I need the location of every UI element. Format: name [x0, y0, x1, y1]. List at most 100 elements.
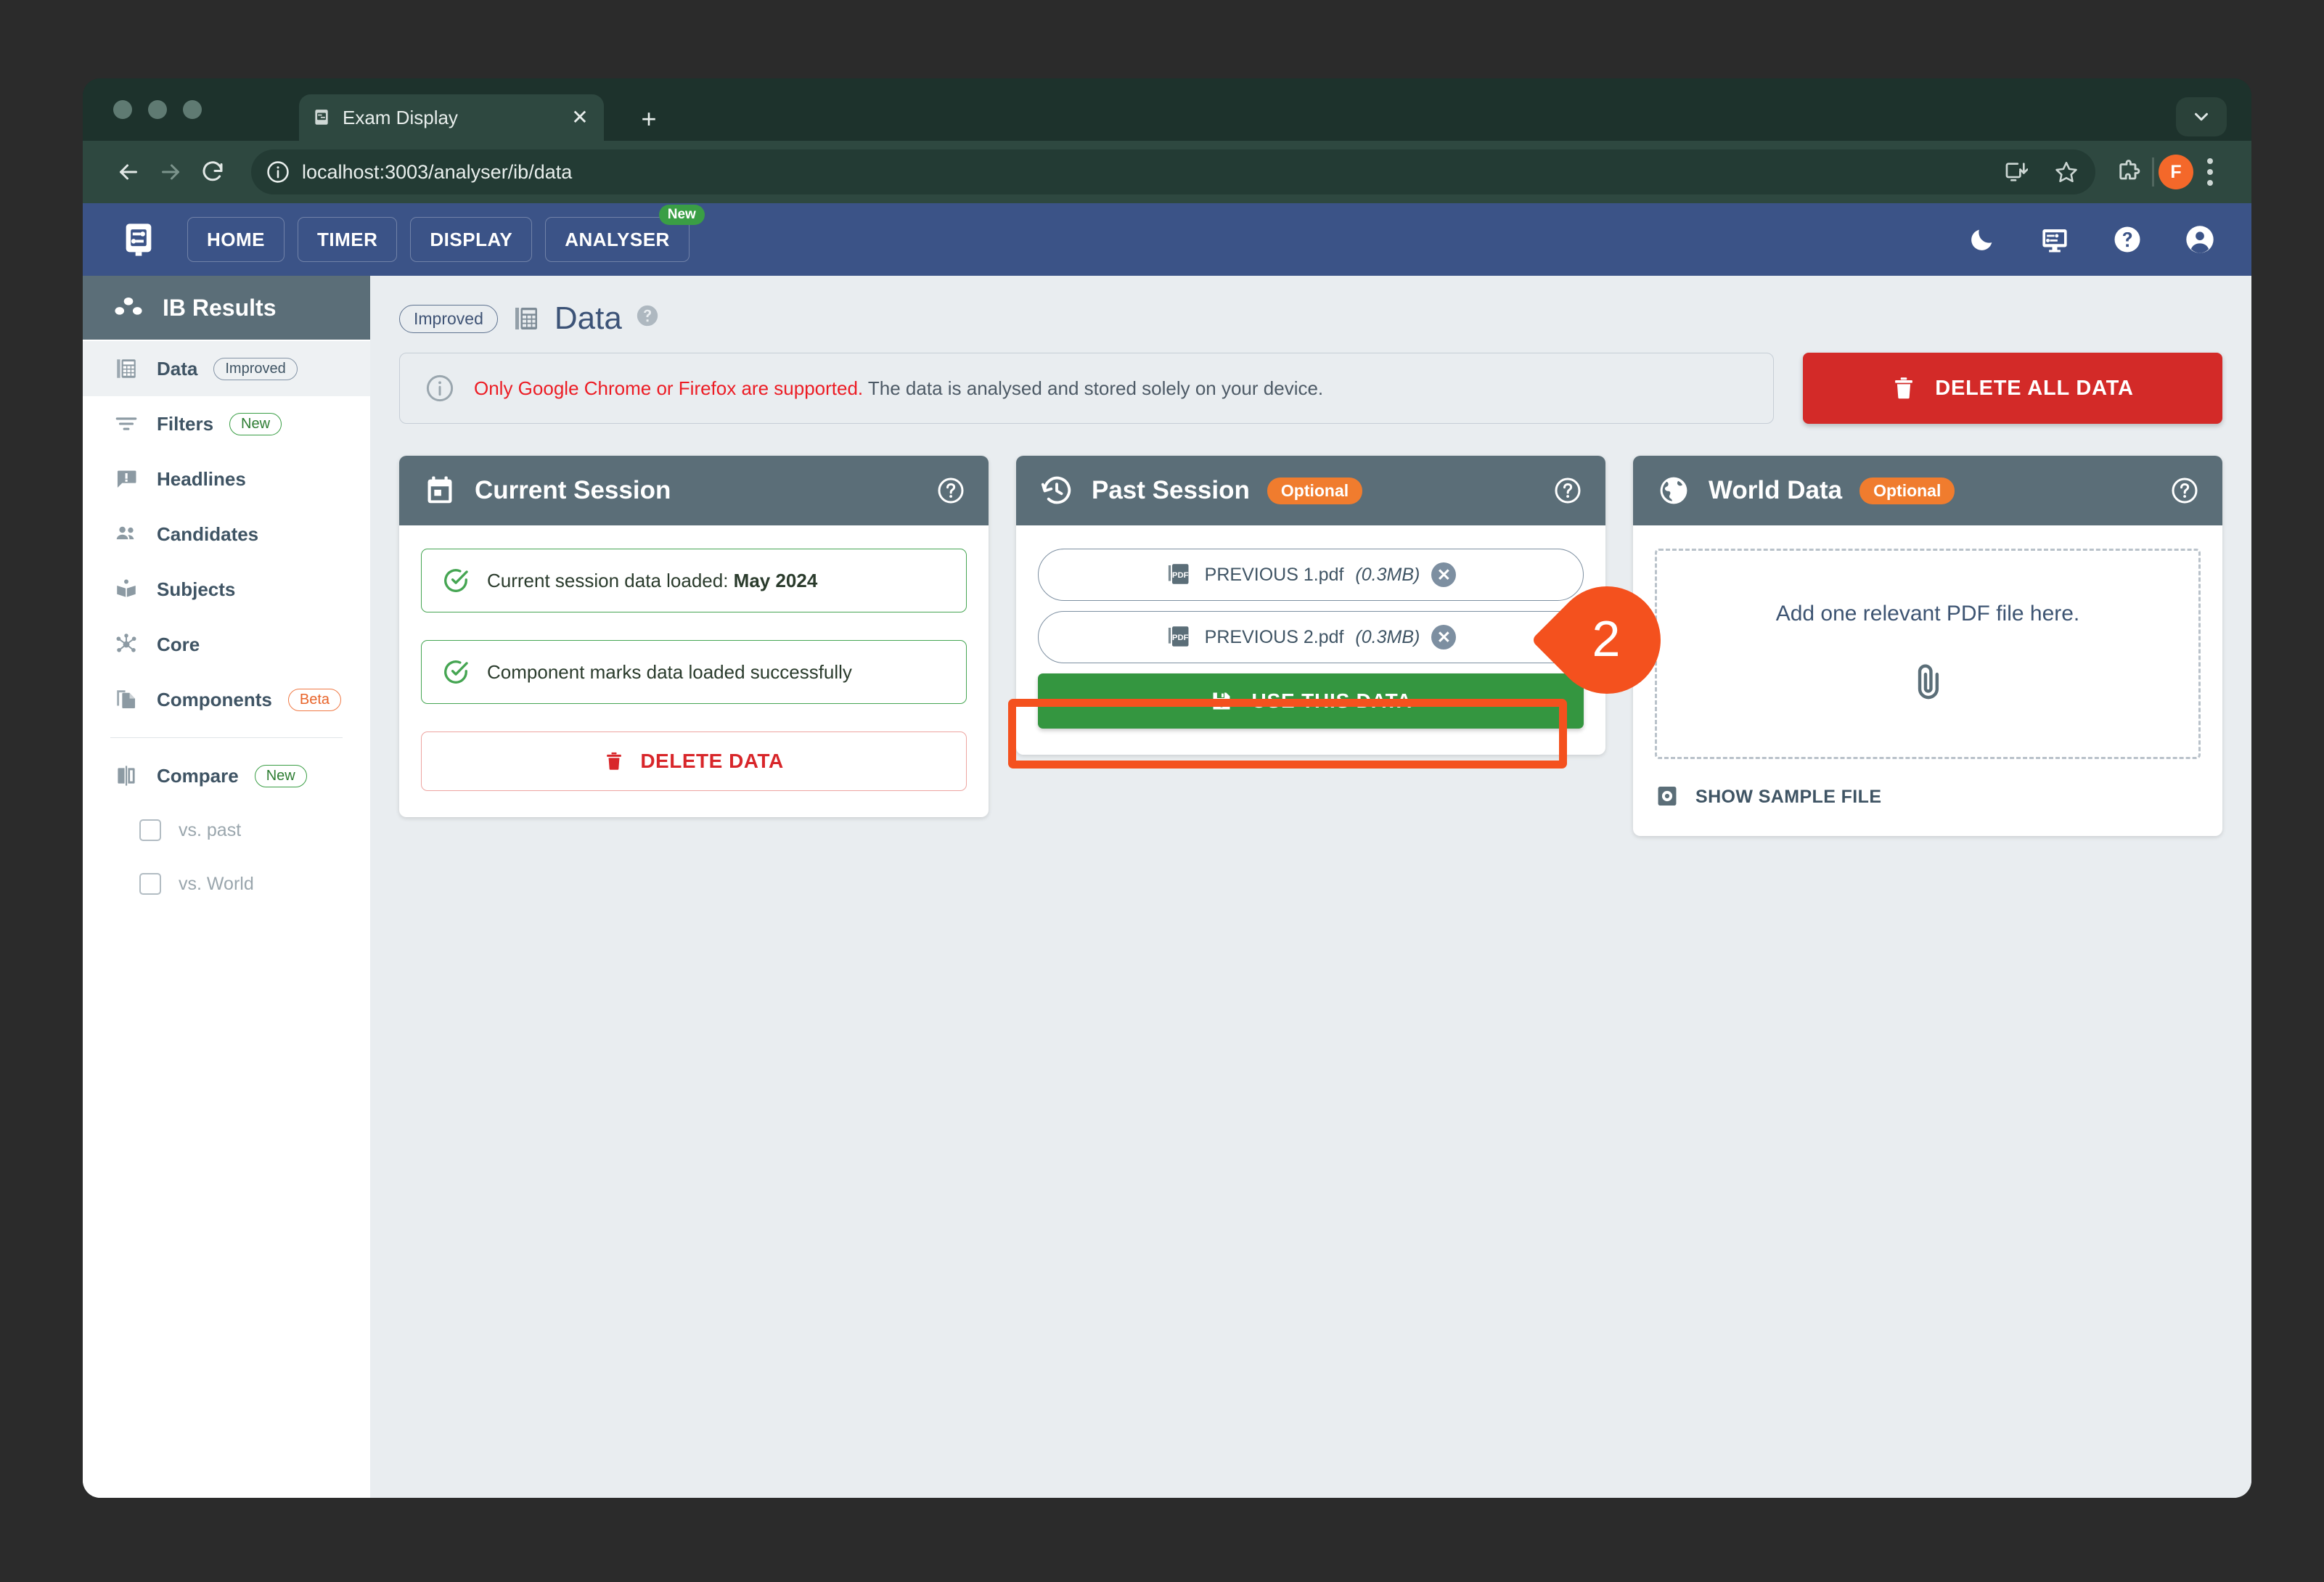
exam-display-logo-icon[interactable] — [115, 216, 163, 263]
nav-links: HOME TIMER DISPLAY ANALYSER New — [187, 205, 705, 262]
nav-link-new-badge: New — [658, 205, 705, 225]
sidebar-item-headlines[interactable]: Headlines — [83, 451, 370, 507]
show-sample-file-link[interactable]: SHOW SAMPLE FILE — [1655, 784, 2201, 810]
window-traffic-lights[interactable] — [113, 100, 202, 119]
file-name: PREVIOUS 2.pdf — [1204, 626, 1344, 647]
sidebar-item-badge: Improved — [213, 357, 298, 380]
chevron-down-icon — [2195, 112, 2208, 121]
status-component-marks: Component marks data loaded successfully — [421, 640, 967, 704]
sidebar-item-subjects[interactable]: Subjects — [83, 562, 370, 617]
card-body: PDF PREVIOUS 1.pdf (0.3MB) ✕ PDF PREVIOU… — [1016, 525, 1605, 755]
navbar-actions — [1963, 220, 2219, 259]
browser-tab-strip: Exam Display ✕ + — [83, 78, 2251, 141]
sidebar-sub-label: vs. World — [179, 873, 254, 894]
nav-link-display[interactable]: DISPLAY — [410, 217, 533, 262]
back-button[interactable] — [107, 151, 150, 193]
sidebar-item-filters[interactable]: Filters New — [83, 396, 370, 451]
remove-file-icon[interactable]: ✕ — [1431, 562, 1457, 587]
sidebar-item-candidates[interactable]: Candidates — [83, 507, 370, 562]
nav-link-timer[interactable]: TIMER — [298, 217, 398, 262]
bookmark-star-icon[interactable] — [2047, 153, 2085, 191]
sidebar-compare-vs-world[interactable]: vs. World — [83, 857, 370, 911]
forward-button[interactable] — [150, 151, 192, 193]
dropzone-text: Add one relevant PDF file here. — [1775, 602, 2080, 626]
pdf-dropzone[interactable]: Add one relevant PDF file here. — [1655, 549, 2201, 759]
hub-icon — [112, 632, 141, 657]
sidebar-compare-vs-past[interactable]: vs. past — [83, 803, 370, 857]
sidebar-item-label: Core — [157, 633, 200, 655]
sidebar-item-label: Subjects — [157, 578, 236, 600]
sidebar-divider — [110, 737, 343, 738]
toolbar-divider — [2152, 157, 2154, 187]
sidebar-nav-list: Data Improved Filters New Headlines Cand… — [83, 340, 370, 911]
checkbox-vs-world[interactable] — [139, 873, 161, 895]
page-header: Improved Data — [399, 295, 2222, 353]
sidebar-item-label: Headlines — [157, 467, 246, 490]
help-circle-icon[interactable] — [2108, 220, 2147, 259]
maximize-window-button[interactable] — [183, 100, 202, 119]
sidebar-item-badge: Beta — [287, 688, 342, 711]
new-tab-button[interactable]: + — [634, 106, 663, 135]
site-info-icon[interactable] — [261, 155, 295, 189]
tab-close-icon[interactable]: ✕ — [568, 105, 592, 130]
card-body: Add one relevant PDF file here. SHOW SAM… — [1633, 525, 2222, 836]
calendar-icon — [422, 473, 457, 508]
profile-avatar[interactable]: F — [2159, 155, 2193, 189]
save-icon — [1210, 689, 1233, 713]
close-window-button[interactable] — [113, 100, 132, 119]
sidebar-item-compare[interactable]: Compare New — [83, 748, 370, 803]
file-size: (0.3MB) — [1355, 564, 1420, 585]
delete-data-button[interactable]: DELETE DATA — [421, 731, 967, 791]
file-chip-previous-2[interactable]: PDF PREVIOUS 2.pdf (0.3MB) ✕ — [1038, 611, 1584, 663]
delete-data-label: DELETE DATA — [640, 750, 784, 772]
arrow-left-icon — [120, 164, 137, 180]
browser-menu-icon[interactable] — [2193, 158, 2227, 186]
history-icon — [1039, 473, 1074, 508]
alert-warning: Only Google Chrome or Firefox are suppor… — [474, 377, 864, 399]
account-circle-icon[interactable] — [2180, 220, 2219, 259]
reload-button[interactable] — [192, 151, 234, 193]
tab-title: Exam Display — [343, 106, 458, 128]
dark-mode-toggle-icon[interactable] — [1963, 220, 2002, 259]
card-header: Current Session — [399, 456, 989, 525]
sidebar-header: IB Results — [83, 276, 370, 340]
display-settings-icon[interactable] — [2035, 220, 2074, 259]
announcement-icon — [112, 467, 141, 491]
help-circle-icon[interactable] — [1553, 476, 1582, 505]
help-circle-icon[interactable] — [936, 476, 965, 505]
browser-tab[interactable]: Exam Display ✕ — [299, 94, 604, 141]
card-title: Current Session — [475, 476, 671, 504]
nav-link-home[interactable]: HOME — [187, 217, 285, 262]
trash-icon — [1891, 374, 1916, 403]
use-this-data-button[interactable]: USE THIS DATA — [1038, 673, 1584, 729]
sidebar-item-label: Filters — [157, 412, 214, 435]
help-circle-icon[interactable] — [2170, 476, 2199, 505]
card-title: Past Session — [1092, 476, 1250, 504]
install-app-icon[interactable] — [1997, 153, 2034, 191]
file-size: (0.3MB) — [1355, 626, 1420, 647]
check-circle-icon — [442, 567, 470, 594]
file-chip-previous-1[interactable]: PDF PREVIOUS 1.pdf (0.3MB) ✕ — [1038, 549, 1584, 601]
nav-link-label: HOME — [207, 228, 265, 250]
app-navbar: HOME TIMER DISPLAY ANALYSER New — [83, 203, 2251, 276]
use-this-data-label: USE THIS DATA — [1251, 689, 1412, 712]
minimize-window-button[interactable] — [148, 100, 167, 119]
sidebar-item-components[interactable]: Components Beta — [83, 672, 370, 727]
page-improved-badge: Improved — [399, 304, 498, 333]
card-past-session: Past Session Optional PDF PREVIOUS 1.pdf… — [1016, 456, 1605, 755]
preview-icon — [1655, 784, 1681, 810]
extensions-icon[interactable] — [2110, 153, 2148, 191]
window-menu-button[interactable] — [2176, 97, 2227, 136]
people-icon — [112, 522, 141, 546]
optional-badge: Optional — [1859, 477, 1955, 504]
address-bar[interactable]: localhost:3003/analyser/ib/data — [251, 149, 2095, 194]
main-content: Improved Data Only Google Chrome or Fire… — [370, 276, 2251, 1498]
remove-file-icon[interactable]: ✕ — [1431, 625, 1457, 649]
delete-all-data-button[interactable]: DELETE ALL DATA — [1803, 353, 2222, 424]
sidebar-item-core[interactable]: Core — [83, 617, 370, 672]
checkbox-vs-past[interactable] — [139, 819, 161, 841]
trash-icon — [604, 749, 624, 774]
help-circle-icon[interactable] — [635, 303, 660, 328]
sidebar-item-data[interactable]: Data Improved — [83, 341, 370, 396]
nav-link-analyser[interactable]: ANALYSER New — [545, 205, 705, 262]
